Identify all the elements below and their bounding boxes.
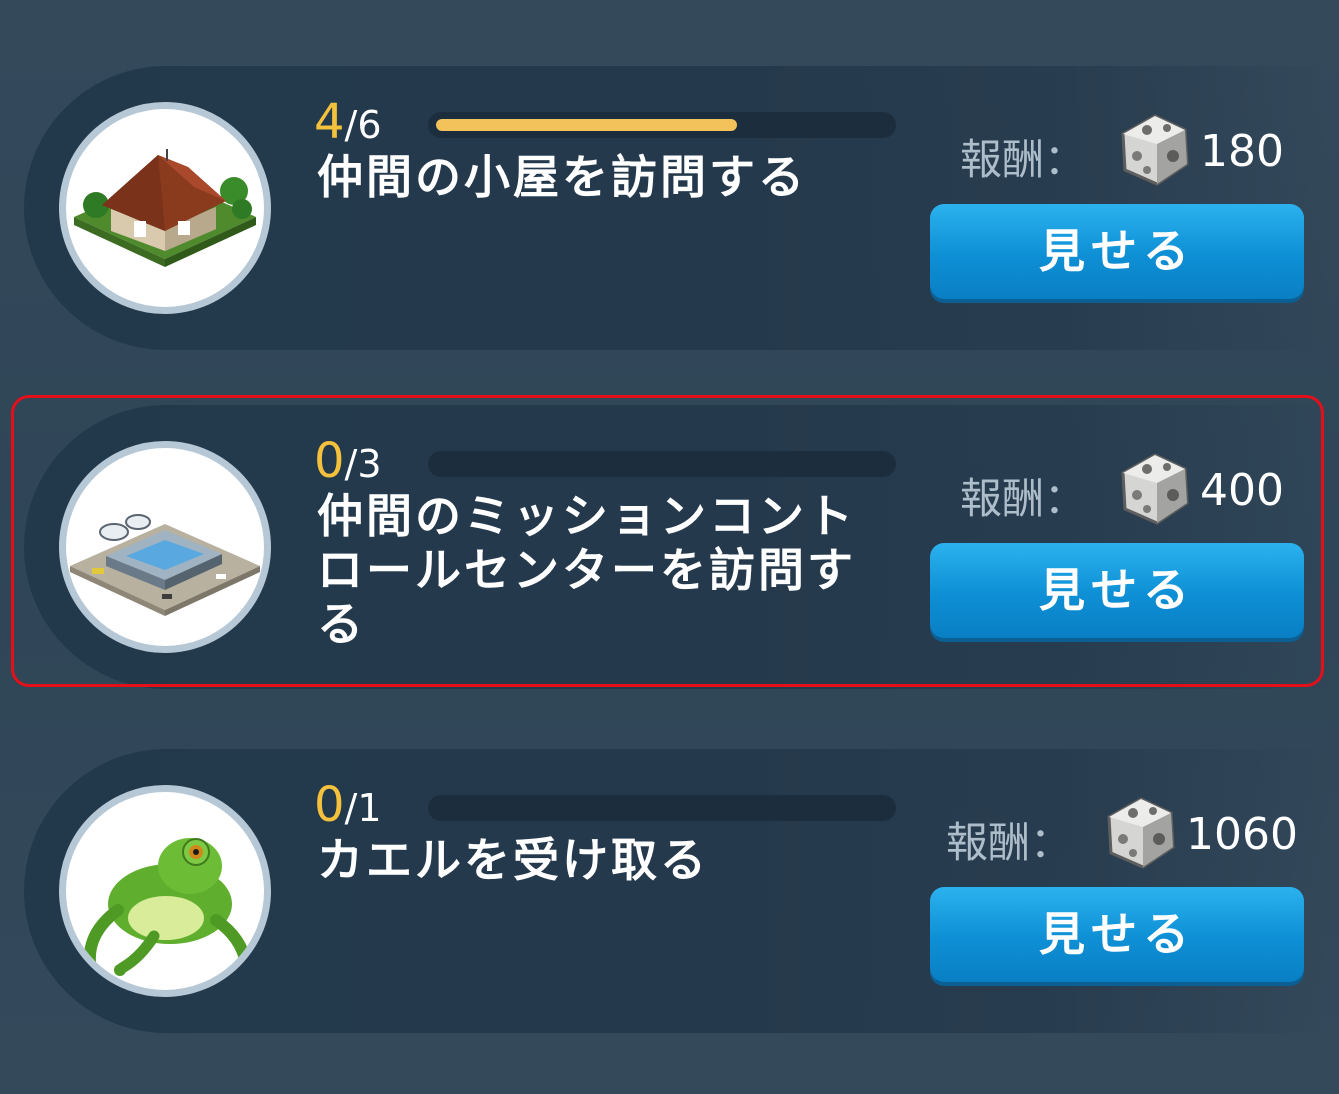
reward-value: 1060 [1186,809,1298,860]
progress-bar [428,795,896,821]
frog-icon [59,785,271,997]
quest-title: 仲間の小屋を訪問する [317,150,807,204]
reward-label: 報酬： [946,818,1073,867]
progress-bar [428,112,896,138]
show-button[interactable]: 見せる [930,204,1304,299]
progress-current: 4 [314,94,345,150]
quest-list: 4/6 仲間の小屋を訪問する 報酬： 180 見せる 0/3 仲間のミッションコ… [0,0,1339,1094]
stone-resource-icon [1121,114,1189,186]
quest-title: カエルを受け取る [317,833,709,887]
quest-card-visit-hut: 4/6 仲間の小屋を訪問する 報酬： 180 見せる [24,66,1329,350]
show-button[interactable]: 見せる [930,887,1304,982]
selected-quest-highlight [11,395,1324,687]
progress-total: /1 [344,786,382,830]
progress-count: 0/1 [314,779,382,834]
reward: 報酬： 180 [954,112,1304,192]
reward-label: 報酬： [960,135,1087,184]
progress-current: 0 [314,777,345,833]
reward: 報酬： 1060 [940,795,1298,875]
progress-bar-fill [436,119,737,131]
progress-count: 4/6 [314,96,382,151]
house-building-icon [59,102,271,314]
progress-total: /6 [344,103,382,147]
quest-card-receive-frog: 0/1 カエルを受け取る 報酬： 1060 見せる [24,749,1329,1033]
stone-resource-icon [1107,797,1175,869]
reward-value: 180 [1200,126,1284,177]
